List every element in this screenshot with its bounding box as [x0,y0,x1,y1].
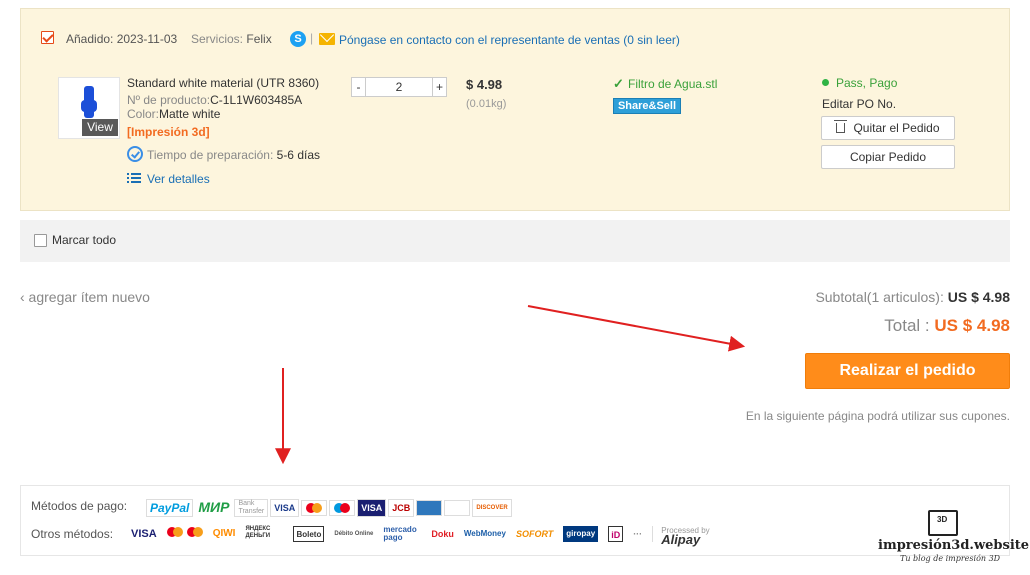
sofort-logo: SOFORT [515,529,554,539]
edit-po-link[interactable]: Editar PO No. [822,97,896,111]
list-icon [127,173,141,184]
yandex-money-logo: ЯНДЕКС ДЕНЬГИ [245,526,271,539]
total-value: US $ 4.98 [934,316,1010,335]
subtotal: Subtotal(1 articulos): US $ 4.98 [815,289,1010,305]
maestro-logo [329,500,356,516]
quantity-stepper: - 2 + [351,77,447,97]
order-checkbox[interactable] [41,31,54,44]
copy-order-button[interactable]: Copiar Pedido [821,145,955,169]
share-sell-button[interactable]: Share&Sell [613,98,681,114]
product-thumbnail[interactable]: View [58,77,120,139]
check-icon: ✓ [613,76,624,91]
view-details-link[interactable]: Ver detalles [147,172,210,186]
mastercard-logo [301,500,328,516]
qty-input[interactable]: 2 [366,78,432,96]
payment-methods-label: Métodos de pago: [31,499,128,513]
add-new-item-link[interactable]: ‹ agregar ítem nuevo [20,289,150,305]
mercadopago-logo: mercado pago [383,525,417,542]
contact-sales-link[interactable]: Póngase en contacto con el representante… [339,33,680,47]
alipay-logo: Processed by Alipay [652,526,710,546]
prep-time-value: 5-6 días [276,148,320,162]
arrow-to-order-button [527,305,746,352]
view-button[interactable]: View [82,119,118,136]
total: Total : US $ 4.98 [884,316,1010,336]
watermark-site: impresión3d.website [878,538,1030,553]
payment-methods-panel: Métodos de pago: PayPal МИР Bank Transfer… [20,485,1010,556]
amex-logo [416,500,443,516]
order-panel: Añadido: 2023-11-03 Servicios: Felix S |… [20,8,1010,211]
other-methods-label: Otros métodos: [31,527,114,541]
prep-time: Tiempo de preparación: 5-6 días [147,148,320,162]
visa-electron-logo: VISA [357,499,387,517]
debito-online-logo: Débito Online [334,531,374,537]
more-methods[interactable]: ··· [633,526,642,542]
mark-all-checkbox[interactable] [34,234,47,247]
mark-all-bar: Marcar todo [20,220,1010,262]
product-number-value: C-1L1W603485A [210,93,303,107]
total-label: Total : [884,316,930,335]
payment-logos: PayPal МИР Bank Transfer VISA VISA JCB DI… [146,499,514,517]
prep-time-label: Tiempo de preparación: [147,148,274,162]
trash-icon [834,120,848,133]
mark-all-label[interactable]: Marcar todo [52,233,116,247]
mail-icon[interactable] [319,33,335,45]
visa-logo: VISA [270,499,300,517]
qiwi-logo: QIWI [212,528,236,539]
item-weight: (0.01kg) [466,98,507,110]
product-color: Color:Matte white [127,107,220,121]
coupon-note: En la siguiente página podrá utilizar su… [745,409,1010,423]
separator: | [310,31,314,45]
discover-logo: DISCOVER [472,499,512,517]
subtotal-value: US $ 4.98 [947,289,1010,305]
skype-icon[interactable]: S [290,31,306,47]
doku-logo: Doku [431,529,454,539]
jcb-logo: JCB [388,499,415,517]
mir-logo: МИР [195,499,233,517]
remove-order-button[interactable]: Quitar el Pedido [821,116,955,140]
added-date: Añadido: 2023-11-03 [66,32,178,46]
other-payment-logos: VISA QIWI ЯНДЕКС ДЕНЬГИ Boleto Débito On… [131,525,720,547]
product-color-value: Matte white [159,107,221,121]
remove-order-label: Quitar el Pedido [853,121,940,135]
printer-3d-icon [928,510,958,536]
product-color-label: Color: [127,107,160,121]
order-status: Pass, Pago [836,76,898,90]
item-price: $ 4.98 [466,77,503,92]
services-value: Felix [246,32,272,46]
services-label: Servicios: Felix [191,32,272,46]
card-logo [444,500,471,516]
mastercard-logo-2 [166,526,203,542]
print-type-tag: [Impresión 3d] [127,125,210,139]
place-order-button[interactable]: Realizar el pedido [805,353,1010,389]
giropay-logo: giropay [563,526,599,542]
qty-plus-button[interactable]: + [432,78,446,96]
product-number: Nº de producto:C-1L1W603485A [127,93,302,107]
webmoney-logo: WebMoney [463,529,506,538]
product-number-label: Nº de producto: [127,93,211,107]
watermark-tagline: Tu blog de impresión 3D [900,554,1001,563]
boleto-logo: Boleto [293,526,325,542]
model-file-link[interactable]: Filtro de Agua.stl [628,77,717,91]
paypal-logo: PayPal [146,499,194,517]
product-name[interactable]: Standard white material (UTR 8360) [127,76,319,90]
subtotal-label: Subtotal(1 articulos): [815,289,944,305]
ideal-logo: iD [608,526,624,542]
services-label-text: Servicios: [191,32,244,46]
status-dot-icon [822,79,829,86]
visa-logo-2: VISA [131,528,157,540]
bank-transfer-logo: Bank Transfer [234,499,269,517]
qty-minus-button[interactable]: - [352,78,366,96]
clock-icon [127,146,143,162]
